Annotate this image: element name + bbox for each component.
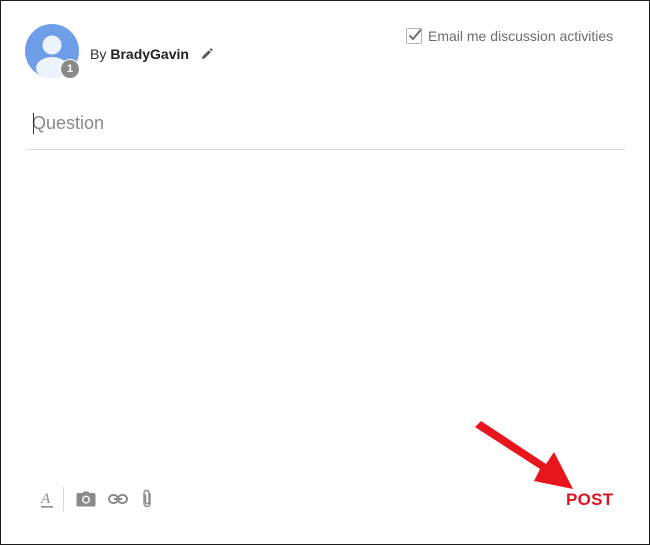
post-button[interactable]: POST [566, 490, 614, 510]
question-input[interactable] [26, 109, 631, 137]
email-notification-option[interactable]: Email me discussion activities [406, 28, 613, 44]
camera-icon[interactable] [75, 491, 97, 507]
attachment-icon[interactable] [139, 489, 155, 509]
text-cursor [33, 113, 34, 134]
toolbar-divider [63, 487, 64, 511]
avatar-badge: 1 [60, 59, 80, 79]
email-option-label: Email me discussion activities [428, 28, 614, 44]
question-field[interactable] [26, 109, 631, 150]
text-format-icon[interactable]: A [39, 489, 55, 509]
author-prefix: By [90, 46, 107, 62]
pencil-icon[interactable] [200, 47, 213, 61]
annotation-arrow [475, 421, 573, 489]
checkmark-icon [408, 28, 422, 41]
svg-text:A: A [40, 491, 51, 507]
formatting-toolbar: A [39, 486, 155, 512]
author-name: BradyGavin [110, 46, 189, 62]
email-checkbox[interactable] [406, 28, 422, 44]
post-composer-dialog: 1 By BradyGavin Email me discussion acti… [0, 0, 650, 545]
link-icon[interactable] [107, 493, 129, 505]
author-line: By BradyGavin [90, 46, 213, 62]
